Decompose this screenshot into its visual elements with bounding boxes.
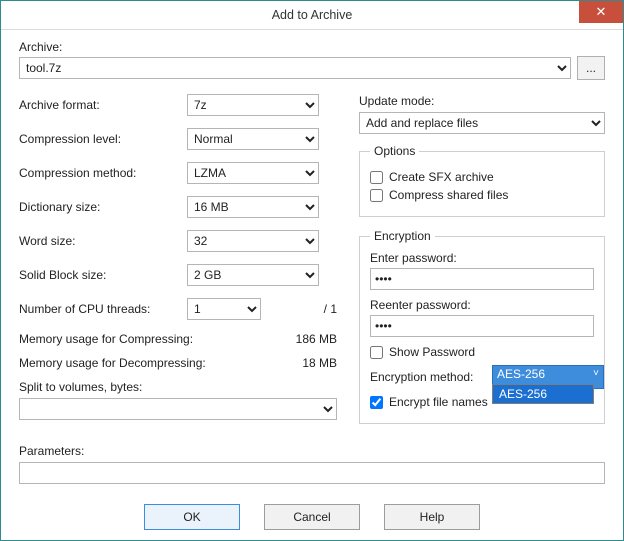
word-size-label: Word size: — [19, 234, 187, 248]
create-sfx-label: Create SFX archive — [389, 170, 494, 184]
create-sfx-row[interactable]: Create SFX archive — [370, 170, 594, 184]
mem-compress-value: 186 MB — [296, 332, 337, 346]
split-volumes-label: Split to volumes, bytes: — [19, 380, 337, 394]
options-legend: Options — [370, 144, 419, 158]
dialog-body: Archive: tool.7z ... Archive format: 7z … — [1, 30, 623, 484]
encryption-method-value: AES-256 — [497, 367, 545, 381]
titlebar: Add to Archive ✕ — [1, 1, 623, 30]
compression-level-select[interactable]: Normal — [187, 128, 319, 150]
create-sfx-checkbox[interactable] — [370, 171, 383, 184]
parameters-input[interactable] — [19, 462, 605, 484]
solid-block-size-label: Solid Block size: — [19, 268, 187, 282]
encryption-method-dropdown: AES-256 — [492, 384, 594, 404]
mem-decompress-label: Memory usage for Decompressing: — [19, 356, 206, 370]
dialog-window: Add to Archive ✕ Archive: tool.7z ... Ar… — [0, 0, 624, 541]
dictionary-size-select[interactable]: 16 MB — [187, 196, 319, 218]
compression-level-label: Compression level: — [19, 132, 187, 146]
reenter-password-input[interactable] — [370, 315, 594, 337]
dictionary-size-label: Dictionary size: — [19, 200, 187, 214]
compress-shared-label: Compress shared files — [389, 188, 508, 202]
button-bar: OK Cancel Help — [1, 504, 623, 530]
cpu-threads-select[interactable]: 1 — [187, 298, 261, 320]
update-mode-select[interactable]: Add and replace files — [359, 112, 605, 134]
encryption-group: Encryption Enter password: Reenter passw… — [359, 229, 605, 424]
window-title: Add to Archive — [272, 8, 353, 22]
encryption-legend: Encryption — [370, 229, 435, 243]
ellipsis-icon: ... — [586, 61, 596, 75]
close-icon: ✕ — [596, 4, 607, 20]
close-button[interactable]: ✕ — [579, 1, 623, 23]
split-volumes-select[interactable] — [19, 398, 337, 420]
show-password-row[interactable]: Show Password — [370, 345, 594, 359]
archive-label: Archive: — [19, 40, 605, 54]
options-group: Options Create SFX archive Compress shar… — [359, 144, 605, 217]
cpu-threads-label: Number of CPU threads: — [19, 302, 187, 316]
encryption-method-label: Encryption method: — [370, 370, 492, 384]
right-column: Update mode: Add and replace files Optio… — [359, 94, 605, 436]
archive-format-label: Archive format: — [19, 98, 187, 112]
enter-password-label: Enter password: — [370, 251, 594, 265]
mem-compress-label: Memory usage for Compressing: — [19, 332, 193, 346]
encrypt-file-names-checkbox[interactable] — [370, 396, 383, 409]
encrypt-file-names-label: Encrypt file names — [389, 395, 488, 409]
archive-path-select[interactable]: tool.7z — [19, 57, 571, 79]
compression-method-label: Compression method: — [19, 166, 187, 180]
left-column: Archive format: 7z Compression level: No… — [19, 94, 337, 436]
reenter-password-label: Reenter password: — [370, 298, 594, 312]
help-button[interactable]: Help — [384, 504, 480, 530]
encryption-method-option[interactable]: AES-256 — [493, 385, 593, 403]
show-password-label: Show Password — [389, 345, 475, 359]
cpu-threads-total: / 1 — [324, 302, 337, 316]
show-password-checkbox[interactable] — [370, 346, 383, 359]
parameters-label: Parameters: — [19, 444, 84, 458]
word-size-select[interactable]: 32 — [187, 230, 319, 252]
archive-format-select[interactable]: 7z — [187, 94, 319, 116]
solid-block-size-select[interactable]: 2 GB — [187, 264, 319, 286]
compress-shared-checkbox[interactable] — [370, 189, 383, 202]
update-mode-label: Update mode: — [359, 94, 605, 108]
enter-password-input[interactable] — [370, 268, 594, 290]
browse-button[interactable]: ... — [577, 56, 605, 80]
mem-decompress-value: 18 MB — [302, 356, 337, 370]
chevron-down-icon: ˅ — [593, 368, 599, 379]
cancel-button[interactable]: Cancel — [264, 504, 360, 530]
compression-method-select[interactable]: LZMA — [187, 162, 319, 184]
ok-button[interactable]: OK — [144, 504, 240, 530]
compress-shared-row[interactable]: Compress shared files — [370, 188, 594, 202]
